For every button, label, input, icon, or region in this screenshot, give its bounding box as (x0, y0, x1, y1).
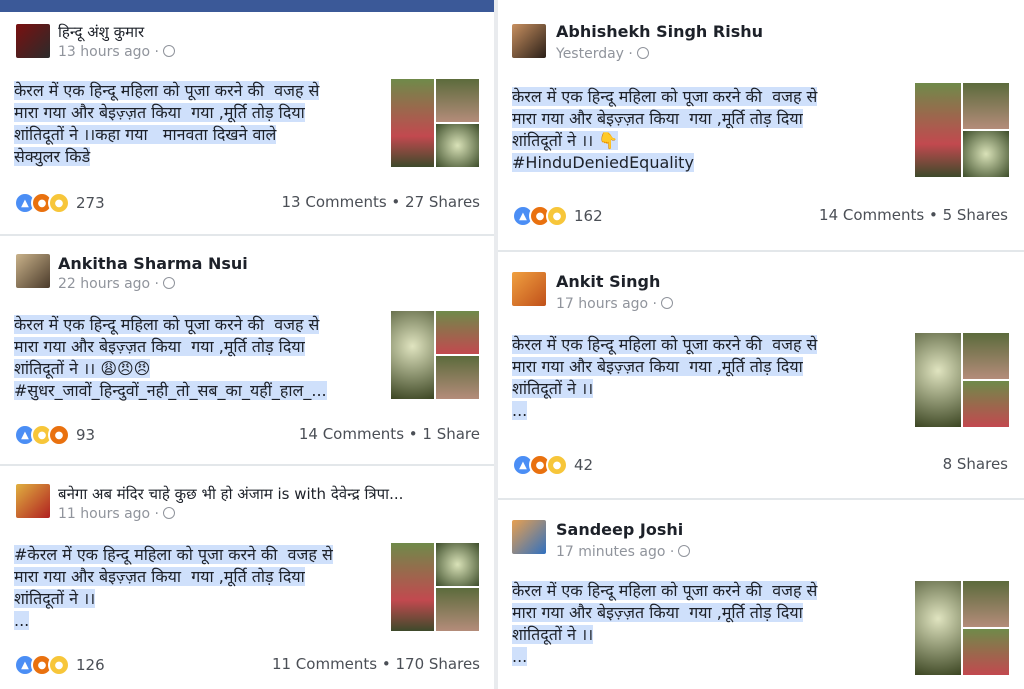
sad-reaction-icon: ● (48, 654, 70, 676)
globe-icon (636, 47, 649, 59)
photo-grid[interactable] (390, 310, 480, 400)
app-top-bar (0, 0, 494, 12)
post-card: बनेगा अब मंदिर चाहे कुछ भी हो अंजाम is w… (0, 466, 494, 689)
post-text: केरल में एक हिन्दू महिला को पूजा करने की… (512, 580, 902, 668)
globe-icon (661, 297, 674, 309)
reactions-summary[interactable]: ▲ ● ● 273 (14, 192, 105, 214)
post-text-content: केरल में एक हिन्दू महिला को पूजा करने की… (14, 81, 320, 166)
photo-grid[interactable] (914, 580, 1010, 676)
globe-icon (678, 545, 691, 557)
reactions-summary[interactable]: ▲ ● ● 162 (512, 205, 603, 227)
photo-thumb[interactable] (435, 355, 480, 400)
photo-thumb[interactable] (962, 82, 1010, 130)
sad-reaction-icon: ● (48, 192, 70, 214)
avatar[interactable] (512, 520, 546, 554)
post-text: केरल में एक हिन्दू महिला को पूजा करने की… (14, 80, 384, 168)
reaction-count: 162 (574, 207, 603, 225)
post-card: Ankit Singh 17 hours ago · केरल में एक ह… (498, 252, 1024, 498)
post-time[interactable]: 17 minutes ago · (556, 544, 691, 560)
sad-reaction-icon: ● (546, 205, 568, 227)
post-text: केरल में एक हिन्दू महिला को पूजा करने की… (512, 86, 902, 174)
post-time[interactable]: Yesterday · (556, 46, 649, 62)
photo-thumb[interactable] (390, 78, 435, 168)
post-card: Ankitha Sharma Nsui 22 hours ago · केरल … (0, 236, 494, 464)
photo-thumb[interactable] (435, 78, 480, 123)
photo-thumb[interactable] (435, 587, 480, 632)
post-time-label: 22 hours ago · (58, 276, 160, 292)
comments-shares[interactable]: 14 Comments • 5 Shares (819, 206, 1008, 224)
post-time-label: 17 hours ago · (556, 296, 658, 312)
reaction-count: 42 (574, 456, 594, 474)
comments-shares[interactable]: 8 Shares (943, 455, 1008, 473)
photo-thumb[interactable] (914, 82, 962, 178)
avatar[interactable] (16, 24, 50, 58)
post-card: हिन्दू अंशु कुमार 13 hours ago · केरल मे… (0, 12, 494, 234)
photo-grid[interactable] (914, 82, 1010, 178)
angry-reaction-icon: ● (48, 424, 70, 446)
right-feed: Abhishekh Singh Rishu Yesterday · केरल म… (494, 0, 1024, 689)
post-time[interactable]: 22 hours ago · (58, 276, 176, 292)
left-feed: हिन्दू अंशु कुमार 13 hours ago · केरल मे… (0, 0, 494, 689)
post-text-content: केरल में एक हिन्दू महिला को पूजा करने की… (512, 335, 818, 420)
photo-grid[interactable] (390, 542, 480, 632)
reaction-count: 273 (76, 194, 105, 212)
globe-icon (163, 277, 176, 289)
globe-icon (163, 45, 176, 57)
avatar[interactable] (512, 24, 546, 58)
avatar[interactable] (512, 272, 546, 306)
photo-thumb[interactable] (390, 310, 435, 400)
reactions-summary[interactable]: ▲ ● ● 126 (14, 654, 105, 676)
post-author[interactable]: Ankit Singh (556, 272, 660, 291)
reaction-count: 126 (76, 656, 105, 674)
post-text-content: केरल में एक हिन्दू महिला को पूजा करने की… (14, 315, 327, 400)
post-author[interactable]: बनेगा अब मंदिर चाहे कुछ भी हो अंजाम is w… (58, 484, 403, 504)
photo-thumb[interactable] (962, 580, 1010, 628)
post-time-label: 13 hours ago · (58, 44, 160, 60)
photo-grid[interactable] (390, 78, 480, 168)
comments-shares[interactable]: 14 Comments • 1 Share (299, 425, 480, 443)
comments-shares[interactable]: 13 Comments • 27 Shares (281, 193, 480, 211)
post-text-content: केरल में एक हिन्दू महिला को पूजा करने की… (512, 581, 818, 666)
post-text: केरल में एक हिन्दू महिला को पूजा करने की… (14, 314, 384, 402)
photo-grid[interactable] (914, 332, 1010, 428)
post-card: Abhishekh Singh Rishu Yesterday · केरल म… (498, 0, 1024, 250)
avatar[interactable] (16, 254, 50, 288)
post-card: Sandeep Joshi 17 minutes ago · केरल में … (498, 500, 1024, 689)
post-time[interactable]: 11 hours ago · (58, 506, 176, 522)
photo-thumb[interactable] (962, 130, 1010, 178)
post-text-content: #केरल में एक हिन्दू महिला को पूजा करने क… (14, 545, 333, 630)
photo-thumb[interactable] (435, 123, 480, 168)
post-time[interactable]: 13 hours ago · (58, 44, 176, 60)
comments-shares[interactable]: 11 Comments • 170 Shares (272, 655, 480, 673)
avatar[interactable] (16, 484, 50, 518)
post-author[interactable]: हिन्दू अंशु कुमार (58, 22, 144, 42)
post-text: #केरल में एक हिन्दू महिला को पूजा करने क… (14, 544, 384, 632)
sad-reaction-icon: ● (546, 454, 568, 476)
photo-thumb[interactable] (435, 542, 480, 587)
post-time[interactable]: 17 hours ago · (556, 296, 674, 312)
post-author[interactable]: Abhishekh Singh Rishu (556, 22, 763, 41)
photo-thumb[interactable] (962, 380, 1010, 428)
reactions-summary[interactable]: ▲ ● ● 42 (512, 454, 593, 476)
reaction-count: 93 (76, 426, 96, 444)
photo-thumb[interactable] (435, 310, 480, 355)
post-time-label: 11 hours ago · (58, 506, 160, 522)
photo-thumb[interactable] (914, 580, 962, 676)
globe-icon (163, 507, 176, 519)
post-time-label: Yesterday · (556, 46, 633, 62)
photo-thumb[interactable] (914, 332, 962, 428)
reactions-summary[interactable]: ▲ ● ● 93 (14, 424, 95, 446)
photo-thumb[interactable] (390, 542, 435, 632)
photo-thumb[interactable] (962, 628, 1010, 676)
post-text: केरल में एक हिन्दू महिला को पूजा करने की… (512, 334, 902, 422)
post-author[interactable]: Sandeep Joshi (556, 520, 683, 539)
post-time-label: 17 minutes ago · (556, 544, 675, 560)
post-text-content: केरल में एक हिन्दू महिला को पूजा करने की… (512, 87, 818, 172)
post-author[interactable]: Ankitha Sharma Nsui (58, 254, 248, 273)
photo-thumb[interactable] (962, 332, 1010, 380)
